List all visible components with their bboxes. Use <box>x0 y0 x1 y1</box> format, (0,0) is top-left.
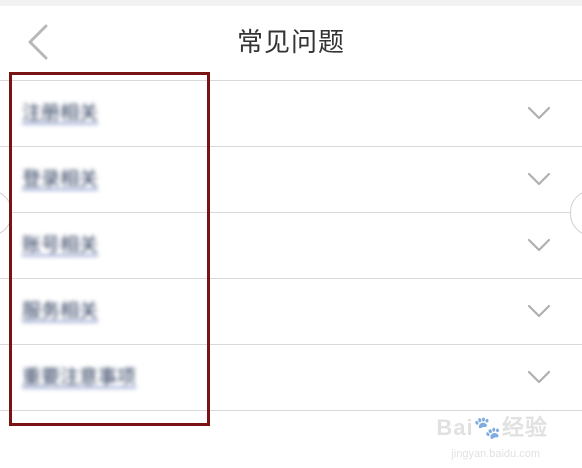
faq-item-account[interactable]: 账号相关 <box>0 213 582 279</box>
faq-item-label: 登录相关 <box>22 168 99 190</box>
faq-item-label: 服务相关 <box>22 300 99 322</box>
chevron-down-icon <box>526 103 552 123</box>
baidu-jingyan-watermark: Bai🐾经验 <box>436 415 548 440</box>
faq-item-label: 账号相关 <box>22 234 99 256</box>
faq-item-label: 重要注意事项 <box>22 366 137 388</box>
page-title: 常见问题 <box>236 28 345 58</box>
chevron-down-icon <box>526 301 552 321</box>
faq-item-registration[interactable]: 注册相关 <box>0 81 582 147</box>
chevron-down-icon <box>526 169 552 189</box>
faq-item-label: 注册相关 <box>22 102 99 124</box>
chevron-down-icon <box>526 235 552 255</box>
chevron-down-icon <box>526 367 552 387</box>
faq-item-service[interactable]: 服务相关 <box>0 279 582 345</box>
faq-item-notices[interactable]: 重要注意事项 <box>0 345 582 411</box>
faq-item-login[interactable]: 登录相关 <box>0 147 582 213</box>
watermark-url: jingyan.baidu.com <box>451 448 540 460</box>
header-bar: 常见问题 <box>0 6 582 81</box>
faq-screen: 常见问题 注册相关 登录相关 账号相关 服务相关 重要注意事项 Bai🐾经验 j… <box>0 0 582 468</box>
faq-list: 注册相关 登录相关 账号相关 服务相关 重要注意事项 <box>0 81 582 411</box>
